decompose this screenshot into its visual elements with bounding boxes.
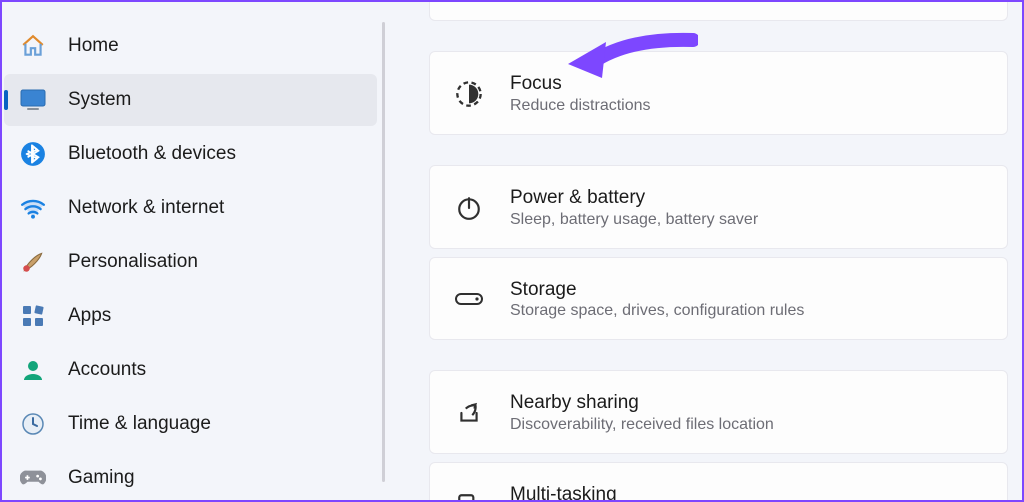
sidebar-item-label: Time & language — [68, 413, 211, 435]
card-title: Focus — [510, 72, 651, 96]
card-title: Power & battery — [510, 186, 758, 210]
settings-card-power[interactable]: Power & battery Sleep, battery usage, ba… — [429, 165, 1008, 249]
focus-icon — [454, 79, 484, 109]
accounts-icon — [20, 357, 46, 383]
storage-icon — [454, 284, 484, 314]
card-title: Multi-tasking — [510, 483, 795, 500]
gaming-icon — [20, 465, 46, 491]
power-icon — [454, 193, 484, 223]
card-title: Nearby sharing — [510, 391, 774, 415]
settings-card-above-cropped[interactable] — [429, 2, 1008, 21]
settings-sidebar: Home System Bluetooth & devices Network … — [2, 2, 385, 500]
sidebar-item-time[interactable]: Time & language — [4, 398, 377, 450]
sidebar-item-apps[interactable]: Apps — [4, 290, 377, 342]
card-text: Multi-tasking Snap windows, desktops, ta… — [510, 483, 795, 500]
card-text: Storage Storage space, drives, configura… — [510, 278, 804, 322]
multi-icon — [454, 490, 484, 500]
sidebar-item-label: Personalisation — [68, 251, 198, 273]
sidebar-item-personalisation[interactable]: Personalisation — [4, 236, 377, 288]
sidebar-item-label: Apps — [68, 305, 111, 327]
sidebar-item-network[interactable]: Network & internet — [4, 182, 377, 234]
settings-card-nearby[interactable]: Nearby sharing Discoverability, received… — [429, 370, 1008, 454]
sidebar-item-gaming[interactable]: Gaming — [4, 452, 377, 502]
sidebar-item-label: System — [68, 89, 131, 111]
sidebar-item-label: Home — [68, 35, 119, 57]
apps-icon — [20, 303, 46, 329]
sidebar-item-label: Network & internet — [68, 197, 224, 219]
sidebar-item-bluetooth[interactable]: Bluetooth & devices — [4, 128, 377, 180]
sidebar-list: Home System Bluetooth & devices Network … — [2, 20, 385, 502]
sidebar-item-label: Accounts — [68, 359, 146, 381]
card-subtitle: Storage space, drives, configuration rul… — [510, 301, 804, 321]
sidebar-item-accounts[interactable]: Accounts — [4, 344, 377, 396]
system-icon — [20, 87, 46, 113]
card-subtitle: Reduce distractions — [510, 96, 651, 116]
sidebar-item-label: Bluetooth & devices — [68, 143, 236, 165]
settings-card-storage[interactable]: Storage Storage space, drives, configura… — [429, 257, 1008, 341]
settings-card-multitasking[interactable]: Multi-tasking Snap windows, desktops, ta… — [429, 462, 1008, 500]
time-icon — [20, 411, 46, 437]
sidebar-item-home[interactable]: Home — [4, 20, 377, 72]
share-icon — [454, 398, 484, 428]
card-text: Nearby sharing Discoverability, received… — [510, 391, 774, 435]
card-subtitle: Discoverability, received files location — [510, 415, 774, 435]
card-text: Focus Reduce distractions — [510, 72, 651, 116]
network-icon — [20, 195, 46, 221]
settings-card-focus[interactable]: Focus Reduce distractions — [429, 51, 1008, 135]
bluetooth-icon — [20, 141, 46, 167]
brush-icon — [20, 249, 46, 275]
sidebar-item-system[interactable]: System — [4, 74, 377, 126]
sidebar-item-label: Gaming — [68, 467, 135, 489]
card-text: Power & battery Sleep, battery usage, ba… — [510, 186, 758, 230]
card-title: Storage — [510, 278, 804, 302]
sidebar-divider — [382, 22, 385, 482]
card-subtitle: Sleep, battery usage, battery saver — [510, 210, 758, 230]
home-icon — [20, 33, 46, 59]
system-settings-panel: Focus Reduce distractions Power & batter… — [385, 2, 1022, 500]
